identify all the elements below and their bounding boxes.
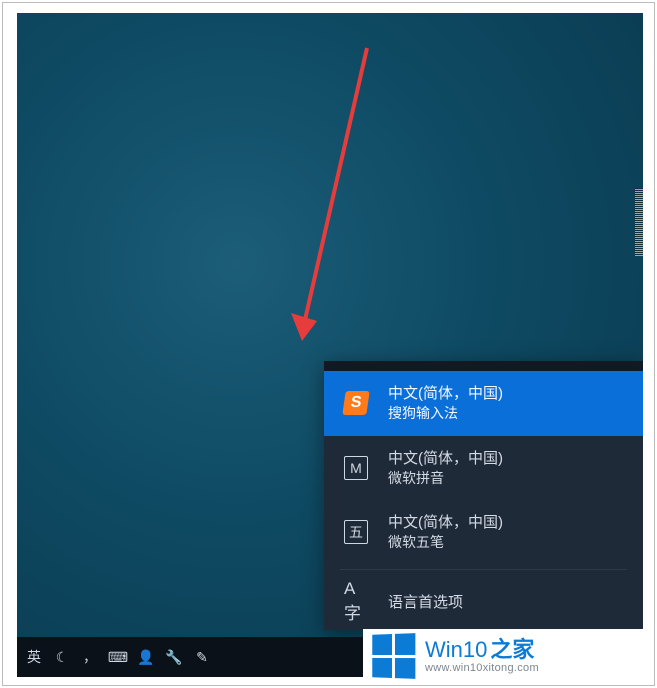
wrench-icon[interactable]: 🔧 xyxy=(165,648,183,666)
punctuation-icon[interactable]: ， xyxy=(81,648,99,666)
ime-menu-header xyxy=(324,361,643,371)
desktop-area: S 中文(简体，中国) 搜狗输入法 M 中文(简体，中国) 微软拼音 五 xyxy=(17,13,643,637)
ime-title: 中文(简体，中国) xyxy=(388,512,503,533)
screenshot-frame: S 中文(简体，中国) 搜狗输入法 M 中文(简体，中国) 微软拼音 五 xyxy=(2,2,655,686)
windows-logo-icon xyxy=(372,633,415,679)
annotation-arrow xyxy=(287,43,387,353)
taskbar-lang-indicator[interactable]: 英 xyxy=(25,648,43,666)
ime-item-ms-pinyin[interactable]: M 中文(简体，中国) 微软拼音 xyxy=(324,436,643,501)
right-edge-widget xyxy=(635,188,643,256)
ime-item-sogou[interactable]: S 中文(简体，中国) 搜狗输入法 xyxy=(324,371,643,436)
watermark-title: Win10之家 xyxy=(425,638,539,662)
ms-pinyin-icon: M xyxy=(342,454,370,482)
ime-title: 中文(简体，中国) xyxy=(388,448,503,469)
ime-item-ms-wubi[interactable]: 五 中文(简体，中国) 微软五笔 xyxy=(324,500,643,565)
watermark-url: www.win10xitong.com xyxy=(425,662,539,674)
ime-sub: 搜狗输入法 xyxy=(388,404,503,424)
ime-language-preferences[interactable]: A字 语言首选项 xyxy=(324,574,643,630)
ime-sub: 微软拼音 xyxy=(388,469,503,489)
ime-menu-separator xyxy=(340,569,627,570)
keyboard-icon[interactable]: ⌨ xyxy=(109,648,127,666)
ime-switcher-menu: S 中文(简体，中国) 搜狗输入法 M 中文(简体，中国) 微软拼音 五 xyxy=(324,361,643,630)
person-icon[interactable]: 👤 xyxy=(137,648,155,666)
ime-sub: 微软五笔 xyxy=(388,533,503,553)
ms-wubi-icon: 五 xyxy=(342,518,370,546)
watermark: Win10之家 www.win10xitong.com xyxy=(363,629,653,683)
ime-title: 中文(简体，中国) xyxy=(388,383,503,404)
sogou-icon: S xyxy=(342,389,370,417)
ime-prefs-label: 语言首选项 xyxy=(388,591,463,612)
language-prefs-icon: A字 xyxy=(342,588,370,616)
moon-icon[interactable]: ☾ xyxy=(53,648,71,666)
pen-icon[interactable]: ✎ xyxy=(193,648,211,666)
